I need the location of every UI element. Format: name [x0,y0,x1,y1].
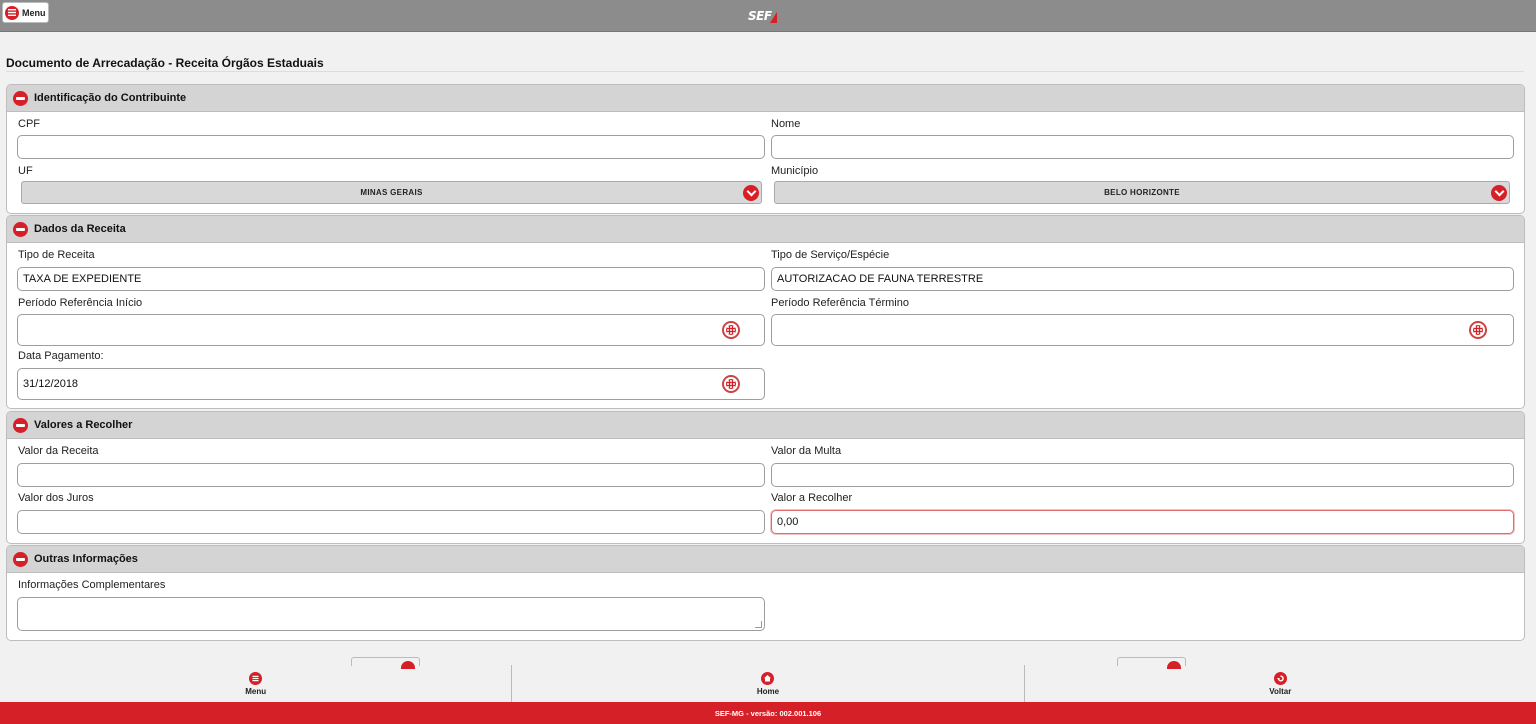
data-pagamento-label: Data Pagamento: [18,350,104,362]
municipio-label: Município [771,165,819,177]
data-pagamento-field[interactable]: 31/12/2018 [17,368,765,400]
calendar-icon[interactable] [1469,321,1487,339]
hamburger-icon [249,671,263,685]
chevron-down-icon [1491,185,1507,201]
collapse-icon[interactable] [13,90,28,106]
complementares-textarea[interactable] [17,597,765,631]
menu-button-label: Menu [22,7,46,18]
valor-recolher-field[interactable]: 0,00 [771,510,1514,534]
panel-contribuinte-header[interactable]: Identificação do Contribuinte [7,85,1524,112]
valor-multa-label: Valor da Multa [771,445,842,457]
tipo-receita-label: Tipo de Receita [18,249,95,261]
panel-valores-header[interactable]: Valores a Recolher [7,412,1524,439]
bottom-nav: Menu Home Voltar [0,665,1536,702]
collapse-icon[interactable] [13,551,28,567]
periodo-termino-label: Período Referência Término [771,297,909,309]
uf-select-value: MINAS GERAIS [360,188,423,197]
top-bar: Menu SEF [0,0,1536,32]
title-divider [6,71,1524,72]
periodo-termino-field[interactable] [771,314,1514,346]
nav-menu-button[interactable]: Menu [0,665,513,702]
municipio-select-value: BELO HORIZONTE [1104,188,1180,197]
menu-button[interactable]: Menu [2,2,49,23]
nome-field[interactable] [771,135,1514,159]
hamburger-icon [5,5,19,20]
valor-receita-label: Valor da Receita [18,445,99,457]
uf-select[interactable]: MINAS GERAIS [21,181,762,204]
panel-receita-title: Dados da Receita [34,223,126,235]
municipio-select[interactable]: BELO HORIZONTE [774,181,1510,204]
valor-juros-field[interactable] [17,510,765,534]
calendar-icon[interactable] [722,375,740,393]
nav-menu-label: Menu [245,686,267,696]
panel-valores-title: Valores a Recolher [34,419,133,431]
valor-juros-label: Valor dos Juros [18,492,94,504]
cpf-label: CPF [18,118,40,130]
valor-receita-field[interactable] [17,463,765,487]
complementares-label: Informações Complementares [18,579,166,591]
cpf-field[interactable] [17,135,765,159]
footer-version: SEF-MG - versão: 002.001.106 [0,702,1536,724]
tipo-servico-label: Tipo de Serviço/Espécie [771,249,890,261]
panel-outras-header[interactable]: Outras Informações [7,546,1524,573]
periodo-inicio-field[interactable] [17,314,765,346]
tipo-receita-field[interactable]: TAXA DE EXPEDIENTE [17,267,765,291]
nav-voltar-label: Voltar [1269,686,1292,696]
tipo-servico-field[interactable]: AUTORIZACAO DE FAUNA TERRESTRE [771,267,1514,291]
valor-multa-field[interactable] [771,463,1514,487]
nome-label: Nome [771,118,801,130]
page-title: Documento de Arrecadação - Receita Órgão… [6,56,324,70]
collapse-icon[interactable] [13,417,28,433]
periodo-inicio-label: Período Referência Início [18,297,143,309]
chevron-down-icon [743,185,759,201]
valor-recolher-label: Valor a Recolher [771,492,853,504]
collapse-icon[interactable] [13,221,28,237]
nav-home-label: Home [756,686,780,696]
nav-voltar-button[interactable]: Voltar [1025,665,1536,702]
nav-home-button[interactable]: Home [512,665,1025,702]
panel-contribuinte-title: Identificação do Contribuinte [34,92,187,104]
uf-label: UF [18,165,33,177]
home-icon [761,671,775,685]
panel-outras-title: Outras Informações [34,553,138,565]
calendar-icon[interactable] [722,321,740,339]
sef-logo: SEF [748,7,777,25]
panel-receita-header[interactable]: Dados da Receita [7,216,1524,243]
back-arrow-icon [1273,671,1287,685]
